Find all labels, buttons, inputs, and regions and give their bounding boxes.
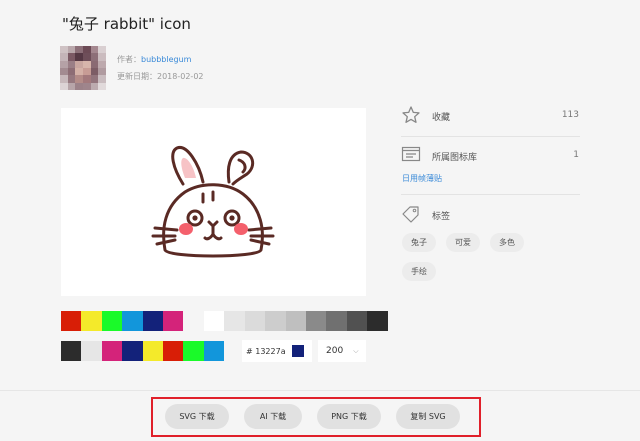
png-download-button[interactable]: PNG 下载 [317,404,381,429]
library-label: 所属图标库 [432,153,478,163]
avatar-pixel [82,75,91,83]
favorite-label[interactable]: 收藏 [432,110,450,123]
color-palette-primary [61,311,184,331]
color-swatch[interactable] [101,341,123,361]
date-prefix: 更新日期： [117,72,157,81]
avatar-pixel [67,82,76,90]
color-swatch[interactable] [367,311,388,331]
divider [401,194,580,195]
color-swatch[interactable] [142,341,163,361]
size-value: 200 [326,346,344,356]
color-swatch[interactable] [305,311,327,331]
avatar-pixel [67,46,76,54]
avatar-pixel [67,68,76,76]
avatar-pixel [82,82,91,90]
avatar-pixel [60,60,68,68]
author-link[interactable]: bubbblegum [141,55,191,64]
color-palette-grays [204,311,388,331]
size-select[interactable]: 200 ⌵ [318,340,366,362]
avatar-pixel [60,68,68,76]
color-swatch[interactable] [203,341,225,361]
avatar-pixel [60,82,68,90]
avatar-pixel [90,82,99,90]
icon-preview [61,108,366,296]
current-color-swatch [291,345,304,357]
avatar-pixel [67,60,76,68]
library-icon [401,145,421,163]
avatar-pixel [82,53,91,61]
color-swatch[interactable] [142,311,163,331]
hex-color-input[interactable]: # 13227a [242,340,312,362]
hex-color-value: # 13227a [246,346,286,356]
color-swatch[interactable] [183,341,204,361]
avatar-pixel [82,60,91,68]
tag-chip[interactable]: 多色 [490,233,524,252]
update-date: 更新日期：2018-02-02 [117,71,204,82]
color-swatch[interactable] [265,311,286,331]
page-title: "兔子 rabbit" icon [62,15,191,33]
color-swatch[interactable] [244,311,266,331]
divider [401,136,580,137]
tags-label: 标签 [432,212,451,222]
avatar[interactable] [60,46,106,90]
avatar-pixel [90,75,99,83]
rabbit-icon [151,146,275,258]
tag-chip[interactable]: 手绘 [402,262,436,281]
ai-download-button[interactable]: AI 下载 [244,404,302,429]
avatar-pixel [90,60,99,68]
avatar-pixel [60,46,68,54]
avatar-pixel [98,46,106,54]
color-swatch[interactable] [81,341,102,361]
avatar-pixel [75,60,83,68]
avatar-pixel [98,75,106,83]
avatar-pixel [75,53,83,61]
avatar-pixel [60,75,68,83]
avatar-pixel [98,53,106,61]
author-line: 作者：bubbblegum [117,54,191,65]
star-icon[interactable] [401,105,421,125]
color-swatch[interactable] [61,341,82,361]
avatar-pixel [82,68,91,76]
avatar-pixel [82,46,91,54]
avatar-pixel [98,68,106,76]
color-swatch[interactable] [204,311,225,331]
color-swatch[interactable] [122,311,143,331]
divider [0,390,640,391]
avatar-pixel [75,46,83,54]
avatar-pixel [98,82,106,90]
avatar-pixel [75,68,83,76]
color-swatch[interactable] [122,341,143,361]
library-link[interactable]: 日用帧薄贴 [402,173,442,184]
color-swatch[interactable] [162,341,184,361]
color-swatch[interactable] [101,311,123,331]
avatar-pixel [90,46,99,54]
date-value: 2018-02-02 [157,72,204,81]
avatar-pixel [98,60,106,68]
svg-download-button[interactable]: SVG 下载 [165,404,229,429]
color-swatch[interactable] [162,311,184,331]
author-prefix: 作者： [117,55,141,64]
avatar-pixel [75,82,83,90]
library-count: 1 [573,150,579,160]
color-swatch[interactable] [81,311,102,331]
avatar-pixel [90,68,99,76]
avatar-pixel [67,75,76,83]
avatar-pixel [90,53,99,61]
copy-svg-button[interactable]: 复制 SVG [396,404,460,429]
color-swatch[interactable] [61,311,82,331]
favorite-count: 113 [561,110,579,120]
color-swatch[interactable] [346,311,368,331]
color-swatch[interactable] [285,311,306,331]
tag-chip[interactable]: 兔子 [402,233,436,252]
tag-icon [401,205,421,223]
avatar-pixel [75,75,83,83]
chevron-down-icon: ⌵ [353,346,359,355]
tag-chip[interactable]: 可爱 [446,233,480,252]
color-swatch[interactable] [326,311,347,331]
avatar-pixel [67,53,76,61]
avatar-pixel [60,53,68,61]
color-palette-used [61,341,225,361]
color-swatch[interactable] [224,311,245,331]
